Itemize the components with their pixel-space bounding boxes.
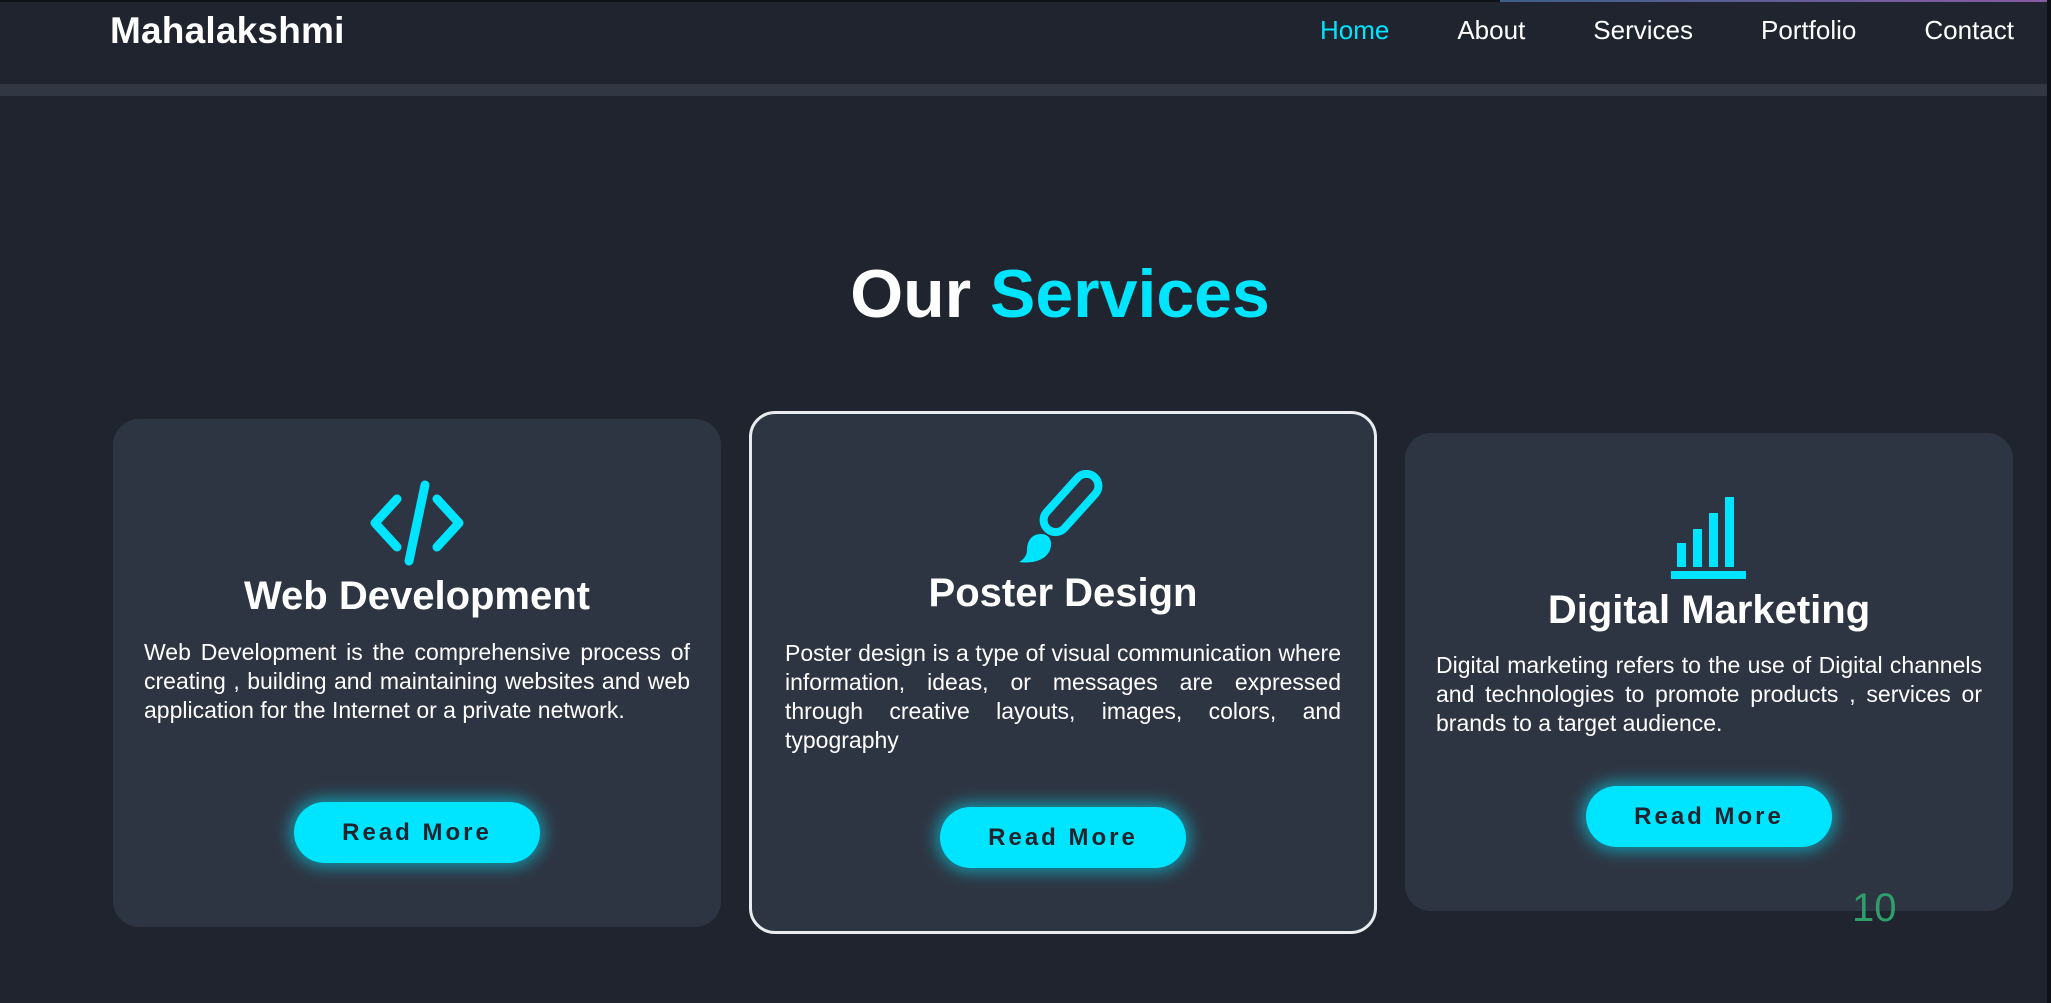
service-card-digital-marketing: Digital Marketing Digital marketing refe… [1405,433,2013,911]
service-card-poster-design: Poster Design Poster design is a type of… [749,411,1377,934]
read-more-button[interactable]: Read More [940,807,1186,868]
main-nav: Home About Services Portfolio Contact [1320,15,2014,46]
bar-chart-icon [1669,491,1749,586]
nav-about[interactable]: About [1457,15,1525,46]
window-right-edge [2047,0,2051,1003]
read-more-button[interactable]: Read More [294,802,540,863]
nav-portfolio[interactable]: Portfolio [1761,15,1856,46]
card-description: Digital marketing refers to the use of D… [1436,652,1982,736]
nav-services[interactable]: Services [1593,15,1693,46]
card-description: Poster design is a type of visual commun… [785,640,1341,753]
section-title-our: Our [850,256,972,332]
service-card-web-development: Web Development Web Development is the c… [113,419,721,927]
card-title: Digital Marketing [1547,588,1871,632]
section-title: Our Services [0,255,2051,333]
read-more-button[interactable]: Read More [1586,786,1832,847]
page-number: 10 [1852,886,1897,930]
site-header: Mahalakshmi Home About Services Portfoli… [0,2,2047,84]
code-icon [369,477,465,572]
paint-brush-icon [1015,469,1111,571]
nav-contact[interactable]: Contact [1924,15,2014,46]
nav-home[interactable]: Home [1320,15,1389,46]
card-title: Poster Design [928,571,1198,615]
header-divider [0,84,2047,96]
card-title: Web Development [244,574,590,618]
section-title-services: Services [990,256,1270,332]
card-description: Web Development is the comprehensive pro… [144,639,690,723]
site-logo[interactable]: Mahalakshmi [110,10,345,52]
